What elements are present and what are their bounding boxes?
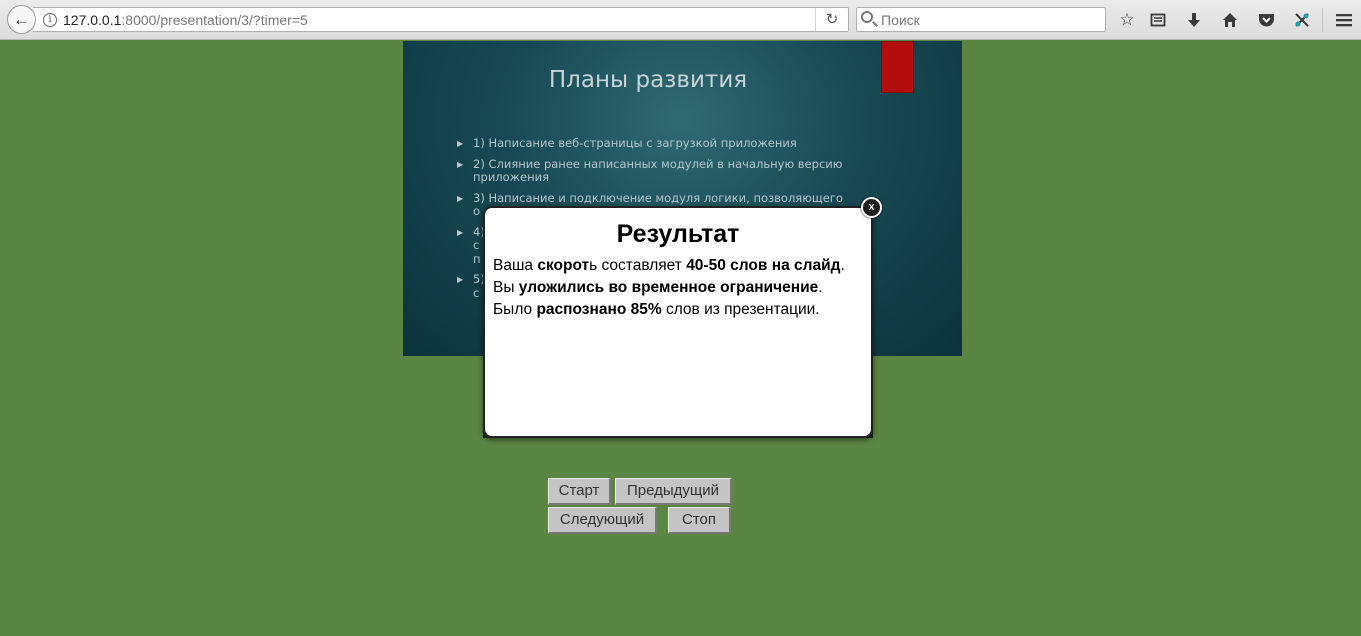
url-path: :8000/presentation/3/?timer=5 <box>121 12 308 28</box>
result-recognition-line: Было распознано 85% слов из презентации. <box>493 301 820 318</box>
home-icon[interactable] <box>1218 8 1242 32</box>
slide-bullet-item: 2) Слияние ранее написанных модулей в на… <box>457 157 847 185</box>
close-icon: x <box>868 201 875 213</box>
modal-body: Ваша скороть составляет 40-50 слов на сл… <box>493 255 869 321</box>
result-modal: Результат Ваша скороть составляет 40-50 … <box>483 206 873 438</box>
back-button[interactable]: ← <box>7 5 36 34</box>
stop-button[interactable]: Стоп <box>668 507 731 534</box>
extension-icon[interactable] <box>1290 8 1314 32</box>
menu-icon[interactable] <box>1332 8 1356 32</box>
modal-title: Результат <box>616 220 740 248</box>
slide-bullet-item: 1) Написание веб-страницы с загрузкой пр… <box>457 136 847 151</box>
result-time-line: Вы уложились во временное ограничение. <box>493 279 823 296</box>
start-button[interactable]: Старт <box>548 478 611 505</box>
next-button[interactable]: Следующий <box>548 507 657 534</box>
result-speed-line: Ваша скороть составляет 40-50 слов на сл… <box>493 257 845 274</box>
url-text[interactable]: 127.0.0.1:8000/presentation/3/?timer=5 <box>63 12 308 28</box>
search-input[interactable]: Поиск <box>856 7 1106 32</box>
reload-icon[interactable]: ↻ <box>815 8 848 31</box>
back-arrow-icon: ← <box>13 9 30 29</box>
modal-close-button[interactable]: x <box>861 197 882 218</box>
url-host: 127.0.0.1 <box>63 12 122 28</box>
search-placeholder: Поиск <box>881 12 920 28</box>
toolbar-separator <box>1322 8 1323 32</box>
search-icon <box>861 11 873 23</box>
url-bar[interactable]: i 127.0.0.1:8000/presentation/3/?timer=5… <box>33 7 849 32</box>
browser-toolbar: i 127.0.0.1:8000/presentation/3/?timer=5… <box>0 0 1361 40</box>
pocket-icon[interactable] <box>1254 8 1278 32</box>
bookmark-star-icon[interactable]: ☆ <box>1115 8 1139 32</box>
previous-button[interactable]: Предыдущий <box>615 478 732 505</box>
site-info-icon[interactable]: i <box>43 13 57 27</box>
slide-title: Планы развития <box>548 67 748 93</box>
download-icon[interactable] <box>1182 8 1206 32</box>
reading-list-icon[interactable] <box>1146 8 1170 32</box>
